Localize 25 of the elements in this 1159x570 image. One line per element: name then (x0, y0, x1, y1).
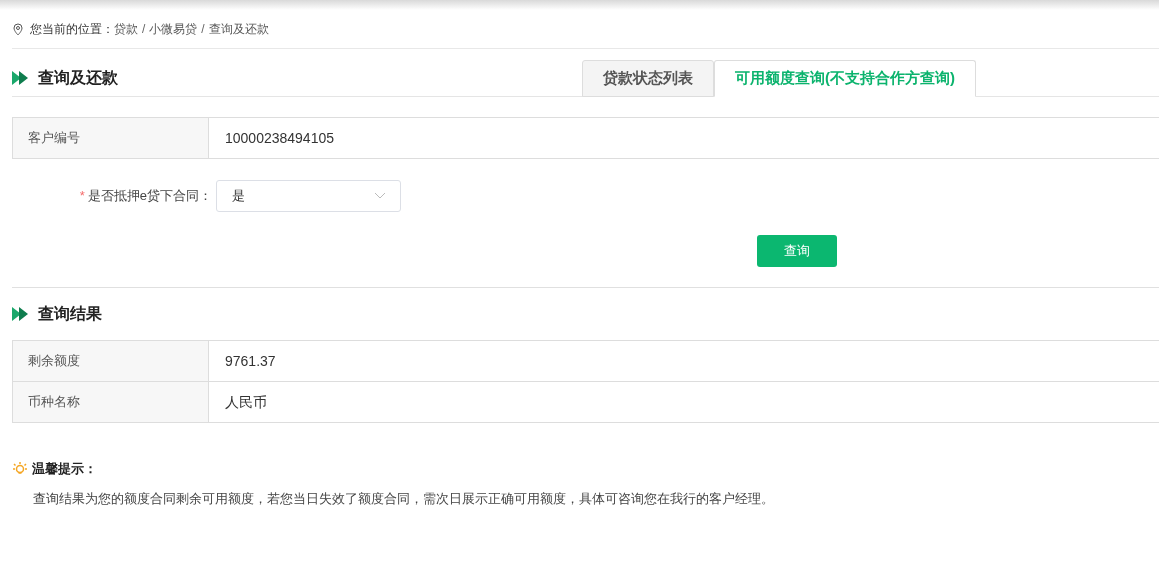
chevron-down-icon (375, 193, 385, 199)
tab[interactable]: 贷款状态列表 (582, 60, 714, 97)
section-title: 查询结果 (38, 304, 102, 324)
table-value-cell-text: 9761.37 (224, 351, 277, 371)
select-field[interactable]: 是 (216, 180, 401, 212)
breadcrumb-separator: / (201, 21, 205, 38)
double-arrow-icon (12, 71, 30, 85)
breadcrumb-separator: / (142, 21, 146, 38)
location-pin-icon (12, 22, 24, 36)
lightbulb-icon (12, 461, 28, 477)
form-label: 是否抵押e贷下合同： (87, 187, 212, 206)
table-label-cell: 币种名称 (12, 382, 209, 422)
table-value-cell-text: 人民币 (224, 392, 268, 412)
breadcrumb-label: 您当前的位置： (30, 21, 114, 38)
table-value-cell-text: 10000238494105 (224, 128, 335, 148)
required-mark: * (79, 187, 85, 206)
tip-title: 温馨提示： (32, 460, 97, 479)
tip-text: 查询结果为您的额度合同剩余可用额度，若您当日失效了额度合同，需次日展示正确可用额度，具体可咨询您在我行的客户经理。 (32, 490, 775, 508)
section-title: 查询及还款 (38, 68, 118, 88)
double-arrow-icon (12, 307, 30, 321)
table-label-cell: 客户编号 (12, 118, 209, 158)
breadcrumb-link[interactable]: 贷款 (114, 20, 138, 38)
breadcrumb-link[interactable]: 查询及还款 (208, 20, 269, 38)
table-label-cell: 剩余额度 (12, 341, 209, 381)
breadcrumb-link[interactable]: 小微易贷 (149, 20, 198, 38)
